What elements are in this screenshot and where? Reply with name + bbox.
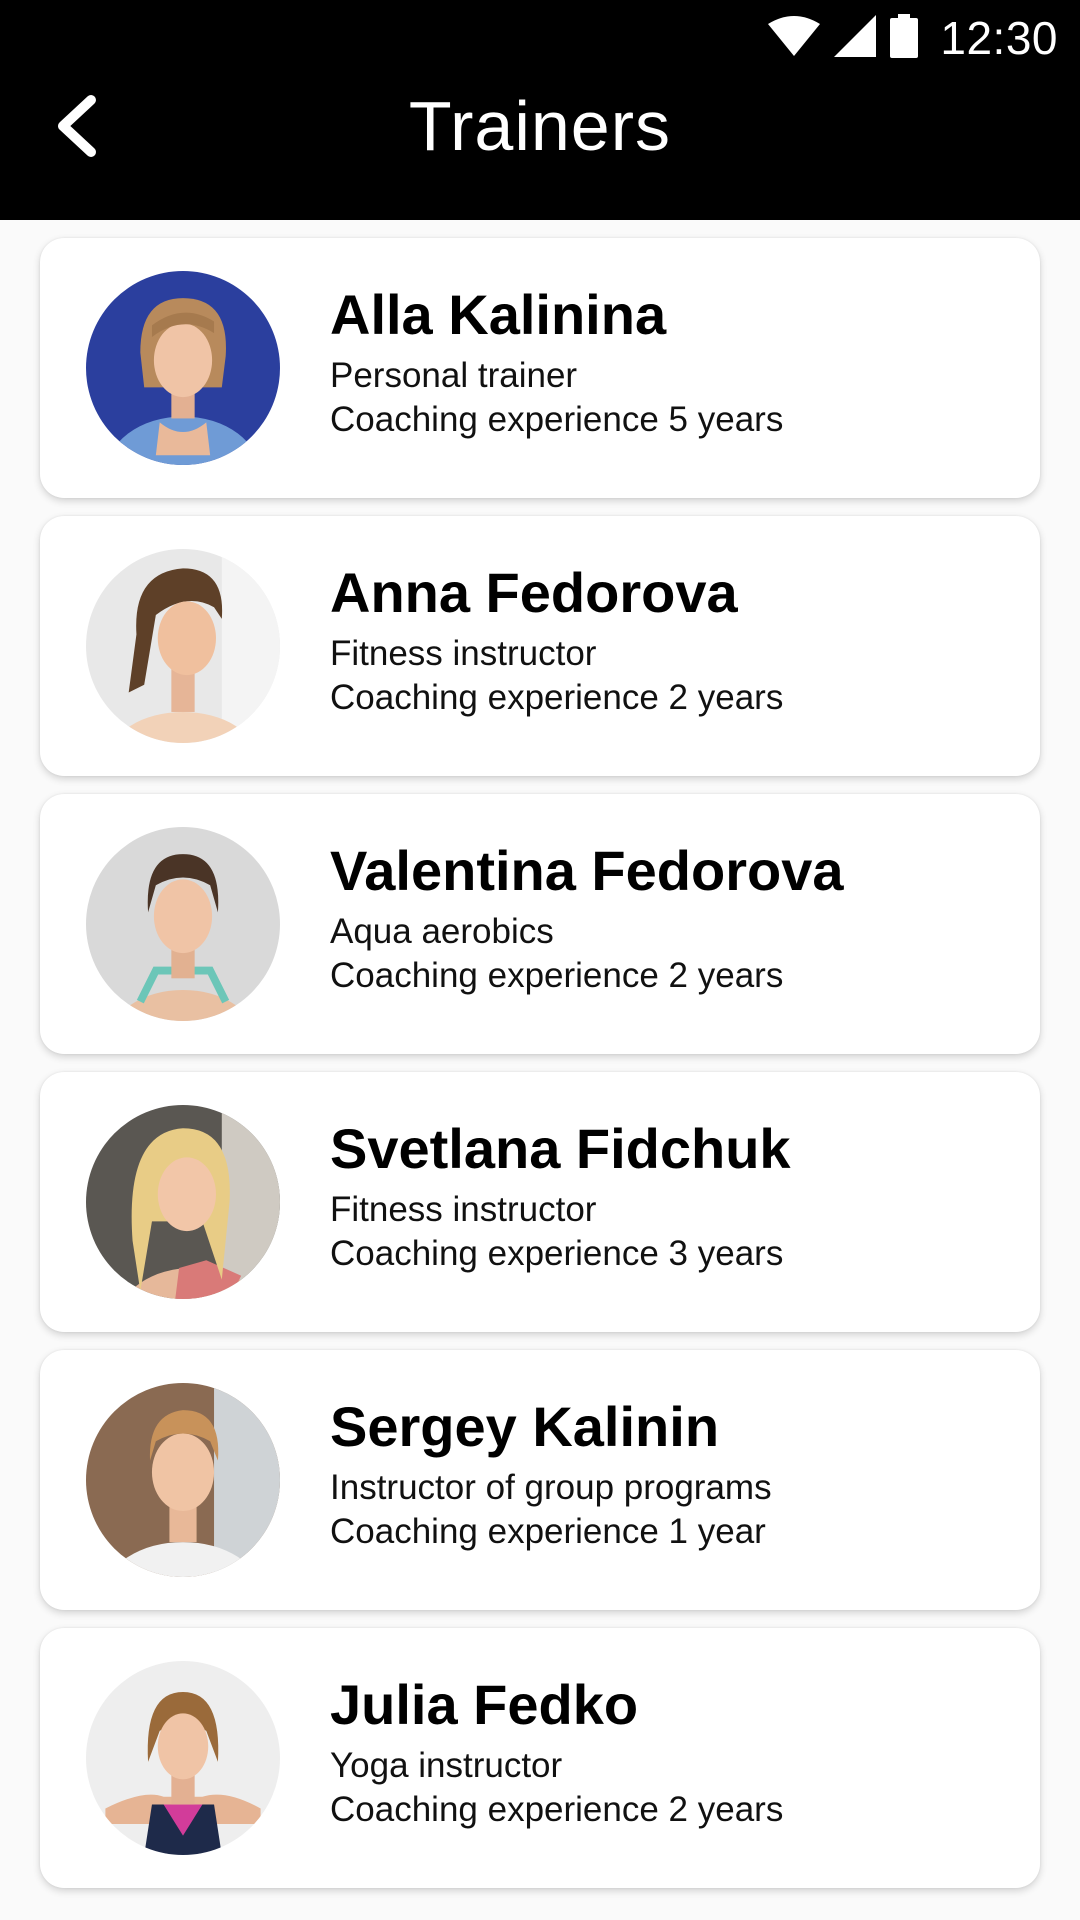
trainer-experience: Coaching experience 2 years	[330, 678, 784, 717]
trainer-role: Personal trainer	[330, 356, 578, 395]
avatar	[86, 827, 280, 1021]
trainer-name: Alla Kalinina	[330, 283, 667, 346]
status-bar: 12:30	[768, 10, 1058, 66]
trainer-name: Svetlana Fidchuk	[330, 1117, 791, 1180]
cellular-signal-icon	[834, 14, 877, 62]
trainer-role: Instructor of group programs	[330, 1468, 772, 1507]
trainer-role: Fitness instructor	[330, 634, 597, 673]
trainer-card[interactable]: Julia Fedko Yoga instructor Coaching exp…	[40, 1628, 1040, 1888]
status-time: 12:30	[940, 12, 1058, 64]
trainer-info: Valentina Fedorova Aqua aerobics Coachin…	[330, 838, 1020, 998]
trainer-card[interactable]: Sergey Kalinin Instructor of group progr…	[40, 1350, 1040, 1610]
wifi-icon	[768, 15, 821, 61]
trainer-info: Alla Kalinina Personal trainer Coaching …	[330, 282, 1020, 442]
header: 12:30 Trainers	[0, 0, 1080, 220]
trainer-experience: Coaching experience 1 year	[330, 1512, 766, 1551]
trainer-info: Svetlana Fidchuk Fitness instructor Coac…	[330, 1116, 1020, 1276]
page-title: Trainers	[408, 87, 672, 165]
trainer-info: Julia Fedko Yoga instructor Coaching exp…	[330, 1672, 1020, 1832]
avatar	[86, 1383, 280, 1577]
trainer-name: Valentina Fedorova	[330, 839, 844, 902]
avatar	[86, 1661, 280, 1855]
trainer-experience: Coaching experience 3 years	[330, 1234, 784, 1273]
avatar	[86, 271, 280, 465]
trainer-card[interactable]: Anna Fedorova Fitness instructor Coachin…	[40, 516, 1040, 776]
battery-icon	[890, 13, 919, 63]
avatar	[86, 1105, 280, 1299]
trainer-card[interactable]: Valentina Fedorova Aqua aerobics Coachin…	[40, 794, 1040, 1054]
trainer-role: Aqua aerobics	[330, 912, 554, 951]
trainer-name: Sergey Kalinin	[330, 1395, 720, 1458]
trainer-info: Sergey Kalinin Instructor of group progr…	[330, 1394, 1020, 1554]
trainer-info: Anna Fedorova Fitness instructor Coachin…	[330, 560, 1020, 720]
trainer-card[interactable]: Alla Kalinina Personal trainer Coaching …	[40, 238, 1040, 498]
trainer-role: Fitness instructor	[330, 1190, 597, 1229]
trainer-experience: Coaching experience 2 years	[330, 956, 784, 995]
trainer-card[interactable]: Svetlana Fidchuk Fitness instructor Coac…	[40, 1072, 1040, 1332]
trainer-role: Yoga instructor	[330, 1746, 563, 1785]
app-bar: Trainers	[0, 72, 1080, 184]
trainer-list: Alla Kalinina Personal trainer Coaching …	[40, 238, 1040, 1888]
trainer-experience: Coaching experience 2 years	[330, 1790, 784, 1829]
avatar	[86, 549, 280, 743]
trainers-screen: 12:30 Trainers Alla Kalinina Personal tr…	[0, 0, 1080, 1920]
trainer-name: Julia Fedko	[330, 1673, 639, 1736]
trainer-experience: Coaching experience 5 years	[330, 400, 784, 439]
trainer-name: Anna Fedorova	[330, 561, 738, 624]
